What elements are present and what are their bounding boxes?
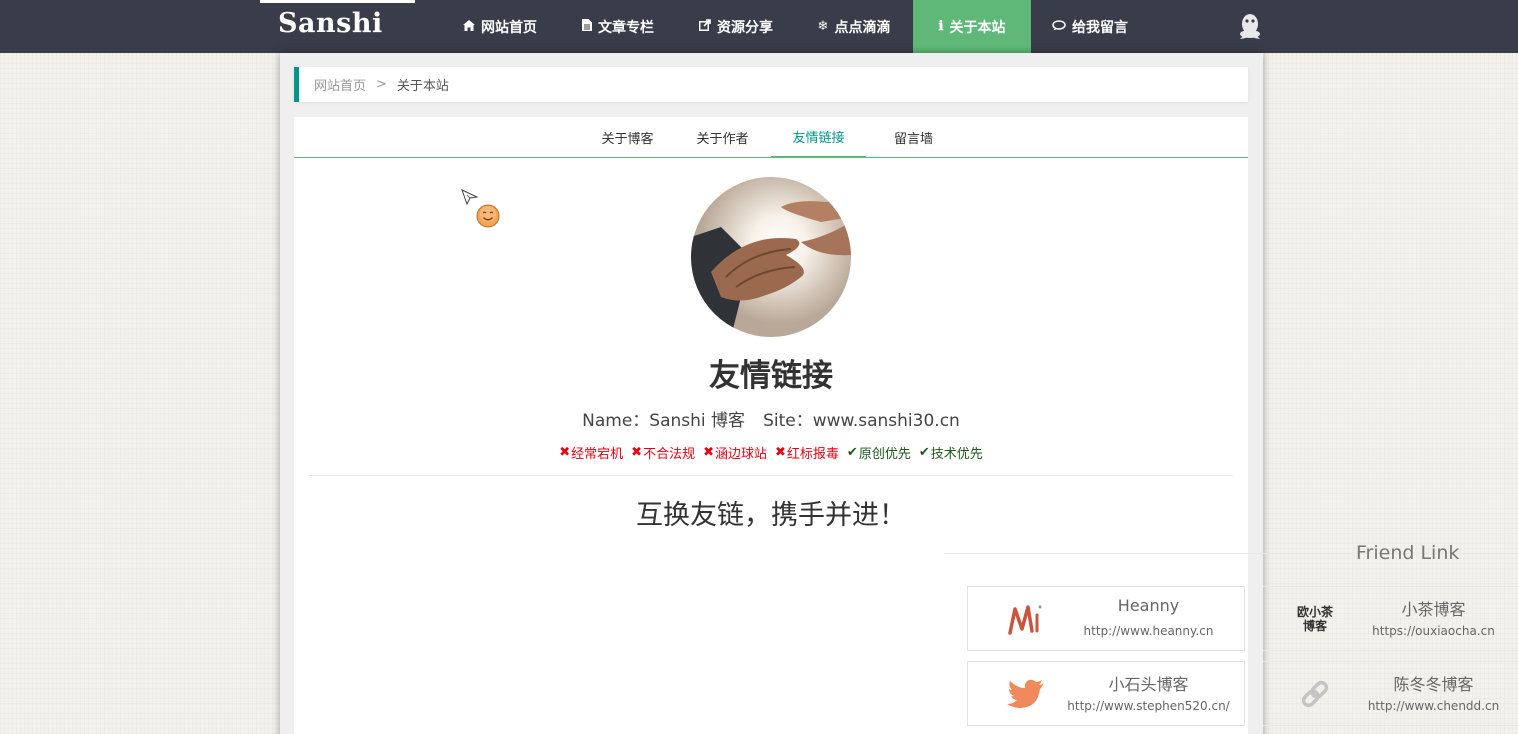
- rule-item: ✖ 红标报毒: [775, 443, 839, 462]
- nav-item-about[interactable]: ℹ 关于本站: [913, 0, 1031, 53]
- qq-icon[interactable]: [1236, 12, 1264, 40]
- rule-item: ✔ 技术优先: [919, 443, 983, 462]
- rule-item: ✖ 涵边球站: [703, 443, 767, 462]
- breadcrumb-separator: >: [376, 77, 387, 92]
- rule-text: 不合法规: [643, 447, 696, 462]
- snowflake-icon: ❄: [817, 19, 829, 34]
- xiaocha-seal: 欧小茶 博客: [1296, 605, 1333, 633]
- friend-link-title: Friend Link: [1356, 542, 1460, 564]
- page-title: 友情链接: [709, 358, 833, 394]
- cross-icon: ✖: [631, 445, 643, 460]
- nav-item-guestbook[interactable]: 给我留言: [1037, 0, 1143, 53]
- friend-link-card[interactable]: Heanny http://www.heanny.cn: [967, 586, 1245, 651]
- rule-text: 技术优先: [930, 447, 983, 462]
- friend-link-url: https://ouxiaocha.cn: [1372, 624, 1495, 638]
- tab-bar: 关于博客 关于作者 友情链接 留言墙: [294, 117, 1248, 158]
- cross-icon: ✖: [703, 445, 714, 460]
- friend-link-card[interactable]: 欧小茶 博客 小茶博客 https://ouxiaocha.cn: [1263, 586, 1518, 651]
- rule-item: ✔ 原创优先: [847, 443, 911, 462]
- file-icon: [582, 19, 592, 34]
- nav-item-moments[interactable]: ❄ 点点滴滴: [795, 0, 913, 53]
- friend-link-url: http://www.heanny.cn: [1083, 624, 1214, 638]
- cross-icon: ✖: [775, 445, 786, 460]
- nav-item-label: 给我留言: [1072, 19, 1128, 36]
- breadcrumb: 网站首页 > 关于本站: [294, 67, 1248, 102]
- smiley-icon: [476, 204, 500, 232]
- friend-link-url: http://www.stephen520.cn/: [1067, 699, 1230, 713]
- info-icon: ℹ: [938, 19, 944, 34]
- check-icon: ✔: [918, 445, 930, 460]
- site-logo[interactable]: Sanshi: [278, 8, 383, 39]
- rule-text: 原创优先: [858, 447, 911, 462]
- rule-text: 经常宕机: [571, 447, 624, 462]
- rule-text: 红标报毒: [786, 447, 839, 462]
- site-name: Name：Sanshi 博客: [582, 411, 746, 431]
- rule-text: 涵边球站: [714, 447, 767, 462]
- tab-friend-links[interactable]: 友情链接: [771, 117, 866, 158]
- divider: [309, 475, 1233, 476]
- avatar: [691, 177, 851, 337]
- breadcrumb-current: 关于本站: [396, 79, 449, 94]
- share-icon: [699, 19, 711, 34]
- nav-item-label: 文章专栏: [598, 19, 654, 36]
- nav-item-articles[interactable]: 文章专栏: [559, 0, 677, 53]
- tab-about-blog[interactable]: 关于博客: [580, 117, 675, 158]
- nav-item-resources[interactable]: 资源分享: [677, 0, 795, 53]
- nav-item-home[interactable]: 网站首页: [441, 0, 559, 53]
- window-strip: [260, 0, 415, 3]
- top-nav-bar: Sanshi 网站首页 文章专栏 资源分享 ❄ 点点滴滴 ℹ 关于本站 给我留言: [0, 0, 1518, 53]
- link-rules: ✖ 经常宕机 ✖ 不合法规 ✖ 涵边球站 ✖ 红标报毒 ✔ 原创优先 ✔ 技术优先: [294, 443, 1248, 462]
- rule-item: ✖ 经常宕机: [559, 443, 623, 462]
- heanny-logo: [996, 597, 1056, 641]
- nav-item-label: 网站首页: [481, 19, 537, 36]
- friend-link-name: 小石头博客: [1108, 675, 1189, 694]
- nav-item-label: 资源分享: [717, 19, 773, 36]
- comment-icon: [1052, 19, 1066, 34]
- bird-icon: [996, 672, 1056, 716]
- home-icon: [463, 19, 475, 34]
- friend-link-name: 小茶博客: [1401, 600, 1466, 619]
- friend-link-name: 陈冬冬博客: [1393, 675, 1474, 694]
- slogan: 互换友链，携手并进！: [636, 500, 906, 531]
- friend-link-card[interactable]: 小石头博客 http://www.stephen520.cn/: [967, 661, 1245, 726]
- site-url: Site：www.sanshi30.cn: [763, 411, 960, 431]
- friend-link-card[interactable]: 陈冬冬博客 http://www.chendd.cn: [1263, 661, 1518, 726]
- check-icon: ✔: [846, 445, 858, 460]
- tab-about-author[interactable]: 关于作者: [675, 117, 770, 158]
- breadcrumb-home-link[interactable]: 网站首页: [314, 75, 366, 94]
- chain-link-icon: [1285, 672, 1345, 716]
- friend-link-name: Heanny: [1117, 596, 1180, 615]
- friend-link-url: http://www.chendd.cn: [1367, 699, 1500, 713]
- site-info: Name：Sanshi 博客 Site：www.sanshi30.cn: [294, 406, 1248, 431]
- tab-message-wall[interactable]: 留言墙: [866, 117, 961, 158]
- rule-item: ✖ 不合法规: [631, 443, 695, 462]
- nav-item-label: 关于本站: [949, 19, 1006, 36]
- nav-item-label: 点点滴滴: [834, 19, 891, 36]
- cross-icon: ✖: [559, 445, 571, 460]
